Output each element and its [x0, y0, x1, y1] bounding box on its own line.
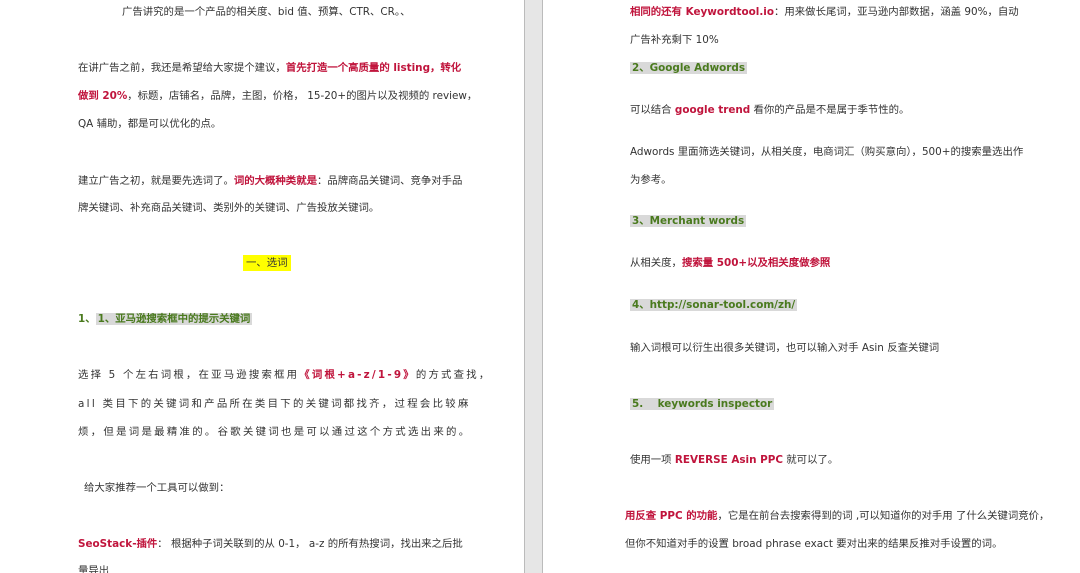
text: 使用一项	[630, 454, 675, 466]
emphasis-text: 搜索量 500+以及相关度做参照	[681, 257, 831, 269]
text: 建立广告之初，就是要先选词了。	[78, 175, 234, 187]
subheading: 4、http://sonar-tool.com/zh/	[630, 298, 798, 312]
text: 广告补充剩下 10%	[630, 34, 719, 46]
subheading-text: 1、亚马逊搜索框中的提示关键词	[95, 313, 253, 325]
subheading-text: 4、http://sonar-tool.com/zh/	[630, 299, 798, 311]
paragraph-line: 给大家推荐一个工具可以做到：	[84, 481, 229, 495]
paragraph-line: 在讲广告之前，我还是希望给大家提个建议，首先打造一个高质量的 listing，转…	[78, 61, 461, 75]
text: ：品牌商品关键词、竞争对手品	[316, 175, 463, 187]
paragraph-line: 量导出	[78, 564, 109, 573]
paragraph-line: 但你不知道对手的设置 broad phrase exact 要对出来的结果反推对…	[625, 537, 1002, 551]
emphasis-text: google trend	[674, 104, 751, 116]
paragraph-line: 建立广告之初，就是要先选词了。词的大概种类就是：品牌商品关键词、竞争对手品	[78, 174, 462, 188]
text: QA 辅助，都是可以优化的点。	[78, 118, 222, 130]
paragraph-line: 可以结合 google trend 看你的产品是不是属于季节性的。	[630, 103, 909, 117]
text: 但你不知道对手的设置 broad phrase exact 要对出来的结果反推对…	[625, 538, 1003, 550]
paragraph-line: 相同的还有 Keywordtool.io：用来做长尾词，亚马逊内部数据，涵盖 9…	[630, 5, 1019, 19]
text: ： 根据种子词关联到的从 0-1， a-z 的所有热搜词，找出来之后批	[157, 538, 463, 550]
text: 为参考。	[630, 174, 672, 186]
emphasis-text: SeoStack-插件	[78, 538, 158, 550]
text: 看你的产品是不是属于季节性的。	[750, 104, 910, 116]
paragraph-line: 从相关度，搜索量 500+以及相关度做参照	[630, 256, 830, 270]
paragraph-line: 使用一项 REVERSE Asin PPC 就可以了。	[630, 453, 838, 467]
emphasis-text: 首先打造一个高质量的 listing，转化	[285, 62, 462, 74]
subheading: 1、 1、亚马逊搜索框中的提示关键词	[78, 313, 253, 325]
emphasis-text: 用反查 PPC 的功能	[625, 510, 718, 522]
text: Adwords 里面筛选关键词，从相关度，电商词汇（购买意向），500+的搜索量…	[630, 146, 1024, 158]
subheading: 5. keywords inspector	[630, 397, 775, 411]
text: ，标题，店铺名，品牌，主图，价格， 15-20+的图片以及视频的 review，	[127, 90, 478, 102]
emphasis-text: 《词根+a-z/1-9》	[299, 369, 416, 381]
text: all 类目下的关键词和产品所在类目下的关键词都找齐，过程会比较麻	[78, 398, 471, 410]
subheading-text: 2、Google Adwords	[630, 62, 748, 74]
paragraph-line: 用反查 PPC 的功能，它是在前台去搜索得到的词 ,可以知道你的对手用 了什么关…	[625, 509, 1049, 523]
right-document-page: 相同的还有 Keywordtool.io：用来做长尾词，亚马逊内部数据，涵盖 9…	[542, 0, 1080, 573]
subheading-text: 3、Merchant words	[630, 215, 747, 227]
paragraph-line: 牌关键词、补充商品关键词、类别外的关键词、广告投放关键词。	[78, 201, 379, 215]
highlighted-text: 一、选词	[243, 255, 291, 271]
section-title: 一、选词	[243, 255, 291, 271]
paragraph-line: 烦，但是词是最精准的。谷歌关键词也是可以通过这个方式选出来的。	[78, 425, 471, 439]
paragraph-line: 输入词根可以衍生出很多关键词，也可以输入对手 Asin 反查关键词	[630, 341, 939, 355]
text: 就可以了。	[782, 454, 839, 466]
text: 的方式查找，	[415, 369, 492, 381]
paragraph-line: 广告补充剩下 10%	[630, 33, 719, 47]
paragraph-line: SeoStack-插件： 根据种子词关联到的从 0-1， a-z 的所有热搜词，…	[78, 537, 463, 551]
text: 可以结合	[630, 104, 675, 116]
text: 选择 5 个左右词根，在亚马逊搜索框用	[78, 369, 300, 381]
emphasis-text: REVERSE Asin PPC	[674, 454, 783, 466]
paragraph-line: 为参考。	[630, 173, 672, 187]
text: 输入词根可以衍生出很多关键词，也可以输入对手 Asin 反查关键词	[630, 342, 940, 354]
text: ，它是在前台去搜索得到的词 ,可以知道你的对手用 了什么关键词竞价，	[717, 510, 1050, 522]
paragraph-line: QA 辅助，都是可以优化的点。	[78, 117, 221, 131]
text: 从相关度，	[630, 257, 682, 269]
subheading: 3、Merchant words	[630, 214, 747, 228]
emphasis-text: 相同的还有 Keywordtool.io	[630, 6, 775, 18]
text: 在讲广告之前，我还是希望给大家提个建议，	[78, 62, 286, 74]
paragraph-line: all 类目下的关键词和产品所在类目下的关键词都找齐，过程会比较麻	[78, 397, 471, 411]
emphasis-text: 做到 20%	[78, 90, 128, 102]
paragraph-line: Adwords 里面筛选关键词，从相关度，电商词汇（购买意向），500+的搜索量…	[630, 145, 1023, 159]
paragraph-line: 做到 20%，标题，店铺名，品牌，主图，价格， 15-20+的图片以及视频的 r…	[78, 89, 477, 103]
subheading: 2、Google Adwords	[630, 61, 748, 75]
paragraph-line: 广告讲究的是一个产品的相关度、bid 值、预算、CTR、CR。、	[122, 5, 410, 19]
text: 量导出	[78, 565, 110, 573]
left-document-page: 广告讲究的是一个产品的相关度、bid 值、预算、CTR、CR。、 在讲广告之前，…	[0, 0, 525, 573]
text: 给大家推荐一个工具可以做到：	[84, 482, 230, 494]
text: 牌关键词、补充商品关键词、类别外的关键词、广告投放关键词。	[78, 202, 380, 214]
emphasis-text: 词的大概种类就是	[233, 175, 317, 187]
text: 烦，但是词是最精准的。谷歌关键词也是可以通过这个方式选出来的。	[78, 426, 472, 438]
text: 广告讲究的是一个产品的相关度、bid 值、预算、CTR、CR。、	[122, 6, 411, 18]
subheading-text: 5. keywords inspector	[630, 398, 775, 410]
text: ：用来做长尾词，亚马逊内部数据，涵盖 90%，自动	[774, 6, 1019, 18]
paragraph-line: 选择 5 个左右词根，在亚马逊搜索框用《词根+a-z/1-9》的方式查找，	[78, 368, 491, 382]
